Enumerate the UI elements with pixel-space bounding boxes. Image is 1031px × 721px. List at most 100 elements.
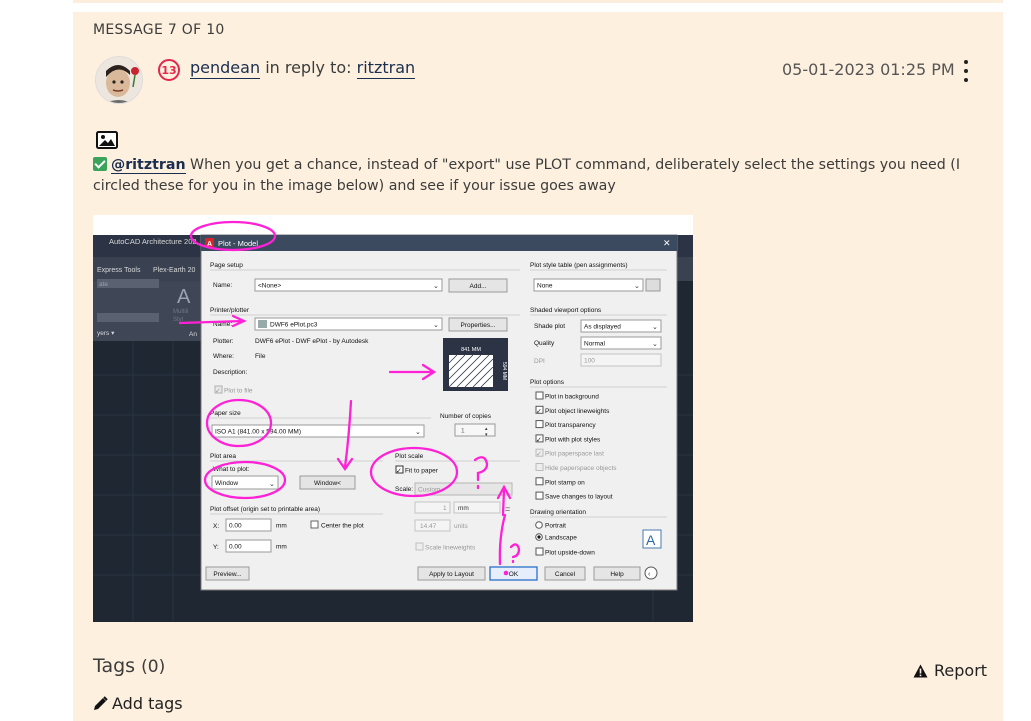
ribbon-tab-express[interactable]: Express Tools — [97, 267, 141, 274]
plot-scale-label: Plot scale — [395, 453, 424, 460]
svg-text:100: 100 — [584, 358, 595, 365]
chevron-down-icon: ⌄ — [433, 322, 439, 329]
ribbon-tab-plex[interactable]: Plex-Earth 20 — [153, 267, 196, 274]
ribbon-field-1: ate — [99, 281, 108, 288]
paper-size-label: Paper size — [210, 410, 241, 417]
orientation-label: Drawing orientation — [530, 509, 586, 516]
scale-unit-2: units — [454, 523, 468, 530]
plot-option-checkbox[interactable] — [535, 391, 544, 400]
dpi-label: DPI — [534, 358, 545, 365]
portrait-radio[interactable] — [535, 521, 543, 529]
chevron-down-icon: ⌄ — [652, 341, 658, 348]
chevron-down-icon: ⌄ — [433, 283, 439, 290]
svg-text:Window: Window — [215, 480, 238, 487]
rank-badge: 13 — [158, 59, 180, 81]
svg-text:As displayed: As displayed — [584, 324, 621, 331]
where-value: File — [255, 353, 266, 360]
scale-lineweights-checkbox[interactable] — [415, 542, 424, 551]
plot-option-checkbox[interactable] — [535, 420, 544, 429]
scale-lineweights-label: Scale lineweights — [425, 545, 476, 552]
svg-text:Normal: Normal — [584, 341, 606, 348]
printer-icon — [258, 320, 267, 328]
plot-option-checkbox[interactable] — [535, 463, 544, 471]
svg-text:ISO A1 (841.00 x 594.00 MM): ISO A1 (841.00 x 594.00 MM) — [215, 429, 301, 436]
shaded-label: Shaded viewport options — [530, 307, 602, 314]
portrait-label: Portrait — [545, 523, 566, 530]
plotter-value: DWF6 ePlot - DWF ePlot - by Autodesk — [255, 338, 369, 345]
tags-count: (0) — [141, 657, 166, 677]
plot-option-label: Plot transparency — [545, 422, 596, 429]
plot-option-label: Plot object lineweights — [545, 408, 610, 415]
svg-text:14.47: 14.47 — [420, 523, 437, 530]
author-link[interactable]: pendean — [190, 58, 261, 79]
preview-height: 594 MM — [501, 362, 507, 380]
landscape-label: Landscape — [545, 535, 577, 542]
checkmark-icon: ✓ — [536, 408, 542, 415]
chevron-down-icon: ⌄ — [634, 283, 640, 290]
chevron-down-icon: ⌄ — [415, 429, 421, 436]
page-setup-name-label: Name: — [213, 282, 232, 289]
ribbon-multiline: Multili — [173, 309, 188, 315]
reply-text: in reply to: — [265, 58, 352, 77]
offset-x-label: X: — [213, 523, 219, 530]
where-label: Where: — [213, 353, 234, 360]
plot-option-label: Hide paperspace objects — [545, 465, 617, 472]
upside-down-checkbox[interactable] — [535, 547, 544, 556]
svg-text:0.00: 0.00 — [229, 523, 242, 530]
edit-style-icon[interactable] — [645, 278, 661, 292]
collapse-icon[interactable] — [644, 566, 658, 580]
reply-to-link[interactable]: ritztran — [356, 58, 416, 79]
svg-text:<None>: <None> — [258, 283, 281, 290]
app-title: AutoCAD Architecture 202 — [109, 237, 197, 246]
plot-area-label: Plot area — [210, 453, 236, 460]
svg-text:1: 1 — [443, 505, 447, 512]
plot-style-label: Plot style table (pen assignments) — [530, 262, 628, 269]
upside-down-label: Plot upside-down — [545, 550, 595, 557]
printer-label: Printer/plotter — [210, 307, 250, 314]
message-card: MESSAGE 7 OF 10 13 pendean in reply to: … — [73, 12, 1003, 721]
fit-to-paper-label: Fit to paper — [405, 468, 439, 475]
dialog-title: Plot - Model — [218, 239, 258, 248]
report-button[interactable]: Report — [913, 661, 987, 680]
svg-text:Add...: Add... — [470, 283, 487, 290]
close-icon[interactable]: ✕ — [663, 238, 671, 248]
offset-x-unit: mm — [276, 523, 287, 530]
plot-option-checkbox[interactable] — [535, 477, 544, 486]
checkmark-icon — [93, 157, 107, 171]
center-plot-checkbox[interactable] — [310, 520, 319, 529]
svg-text:Cancel: Cancel — [555, 571, 576, 578]
preview-width: 841 MM — [461, 347, 481, 353]
plot-option-checkbox[interactable] — [535, 491, 544, 500]
scale-label: Scale: — [395, 486, 413, 493]
svg-text:Preview...: Preview... — [213, 571, 241, 578]
byline: pendean in reply to: ritztran — [190, 58, 416, 79]
svg-text:Apply to Layout: Apply to Layout — [429, 571, 474, 578]
plot-offset-label: Plot offset (origin set to printable are… — [210, 506, 320, 513]
center-plot-label: Center the plot — [321, 523, 364, 530]
more-options-icon[interactable] — [959, 60, 973, 82]
plot-option-label: Plot with plot styles — [545, 436, 601, 443]
svg-text:DWF6 ePlot.pc3: DWF6 ePlot.pc3 — [270, 322, 318, 329]
ribbon-layers[interactable]: yers ▾ — [97, 330, 115, 337]
plot-option-label: Plot in background — [545, 394, 599, 401]
attached-screenshot[interactable]: AutoCAD Architecture 202 Express Tools P… — [93, 215, 693, 622]
equals-sign: = — [505, 504, 510, 514]
checkmark-icon: ✓ — [536, 437, 542, 444]
ribbon-text-icon: A — [177, 286, 191, 308]
avatar[interactable] — [95, 56, 143, 104]
offset-y-label: Y: — [213, 544, 219, 551]
plotter-label: Plotter: — [213, 338, 234, 345]
svg-text:OK: OK — [509, 571, 519, 578]
svg-text:Help: Help — [610, 571, 624, 578]
svg-text:✓: ✓ — [396, 468, 402, 475]
message-counter: MESSAGE 7 OF 10 — [93, 22, 225, 38]
mention-link[interactable]: @ritztran — [111, 157, 186, 174]
offset-y-unit: mm — [276, 544, 287, 551]
previous-card-edge — [73, 0, 1003, 3]
tags-heading: Tags (0) — [93, 655, 166, 677]
ribbon-annotate: An — [189, 331, 197, 338]
add-tags-button[interactable]: Add tags — [93, 694, 183, 713]
chevron-down-icon: ⌄ — [269, 481, 275, 488]
svg-text:0.00: 0.00 — [229, 544, 242, 551]
page-setup-select[interactable] — [254, 278, 443, 292]
